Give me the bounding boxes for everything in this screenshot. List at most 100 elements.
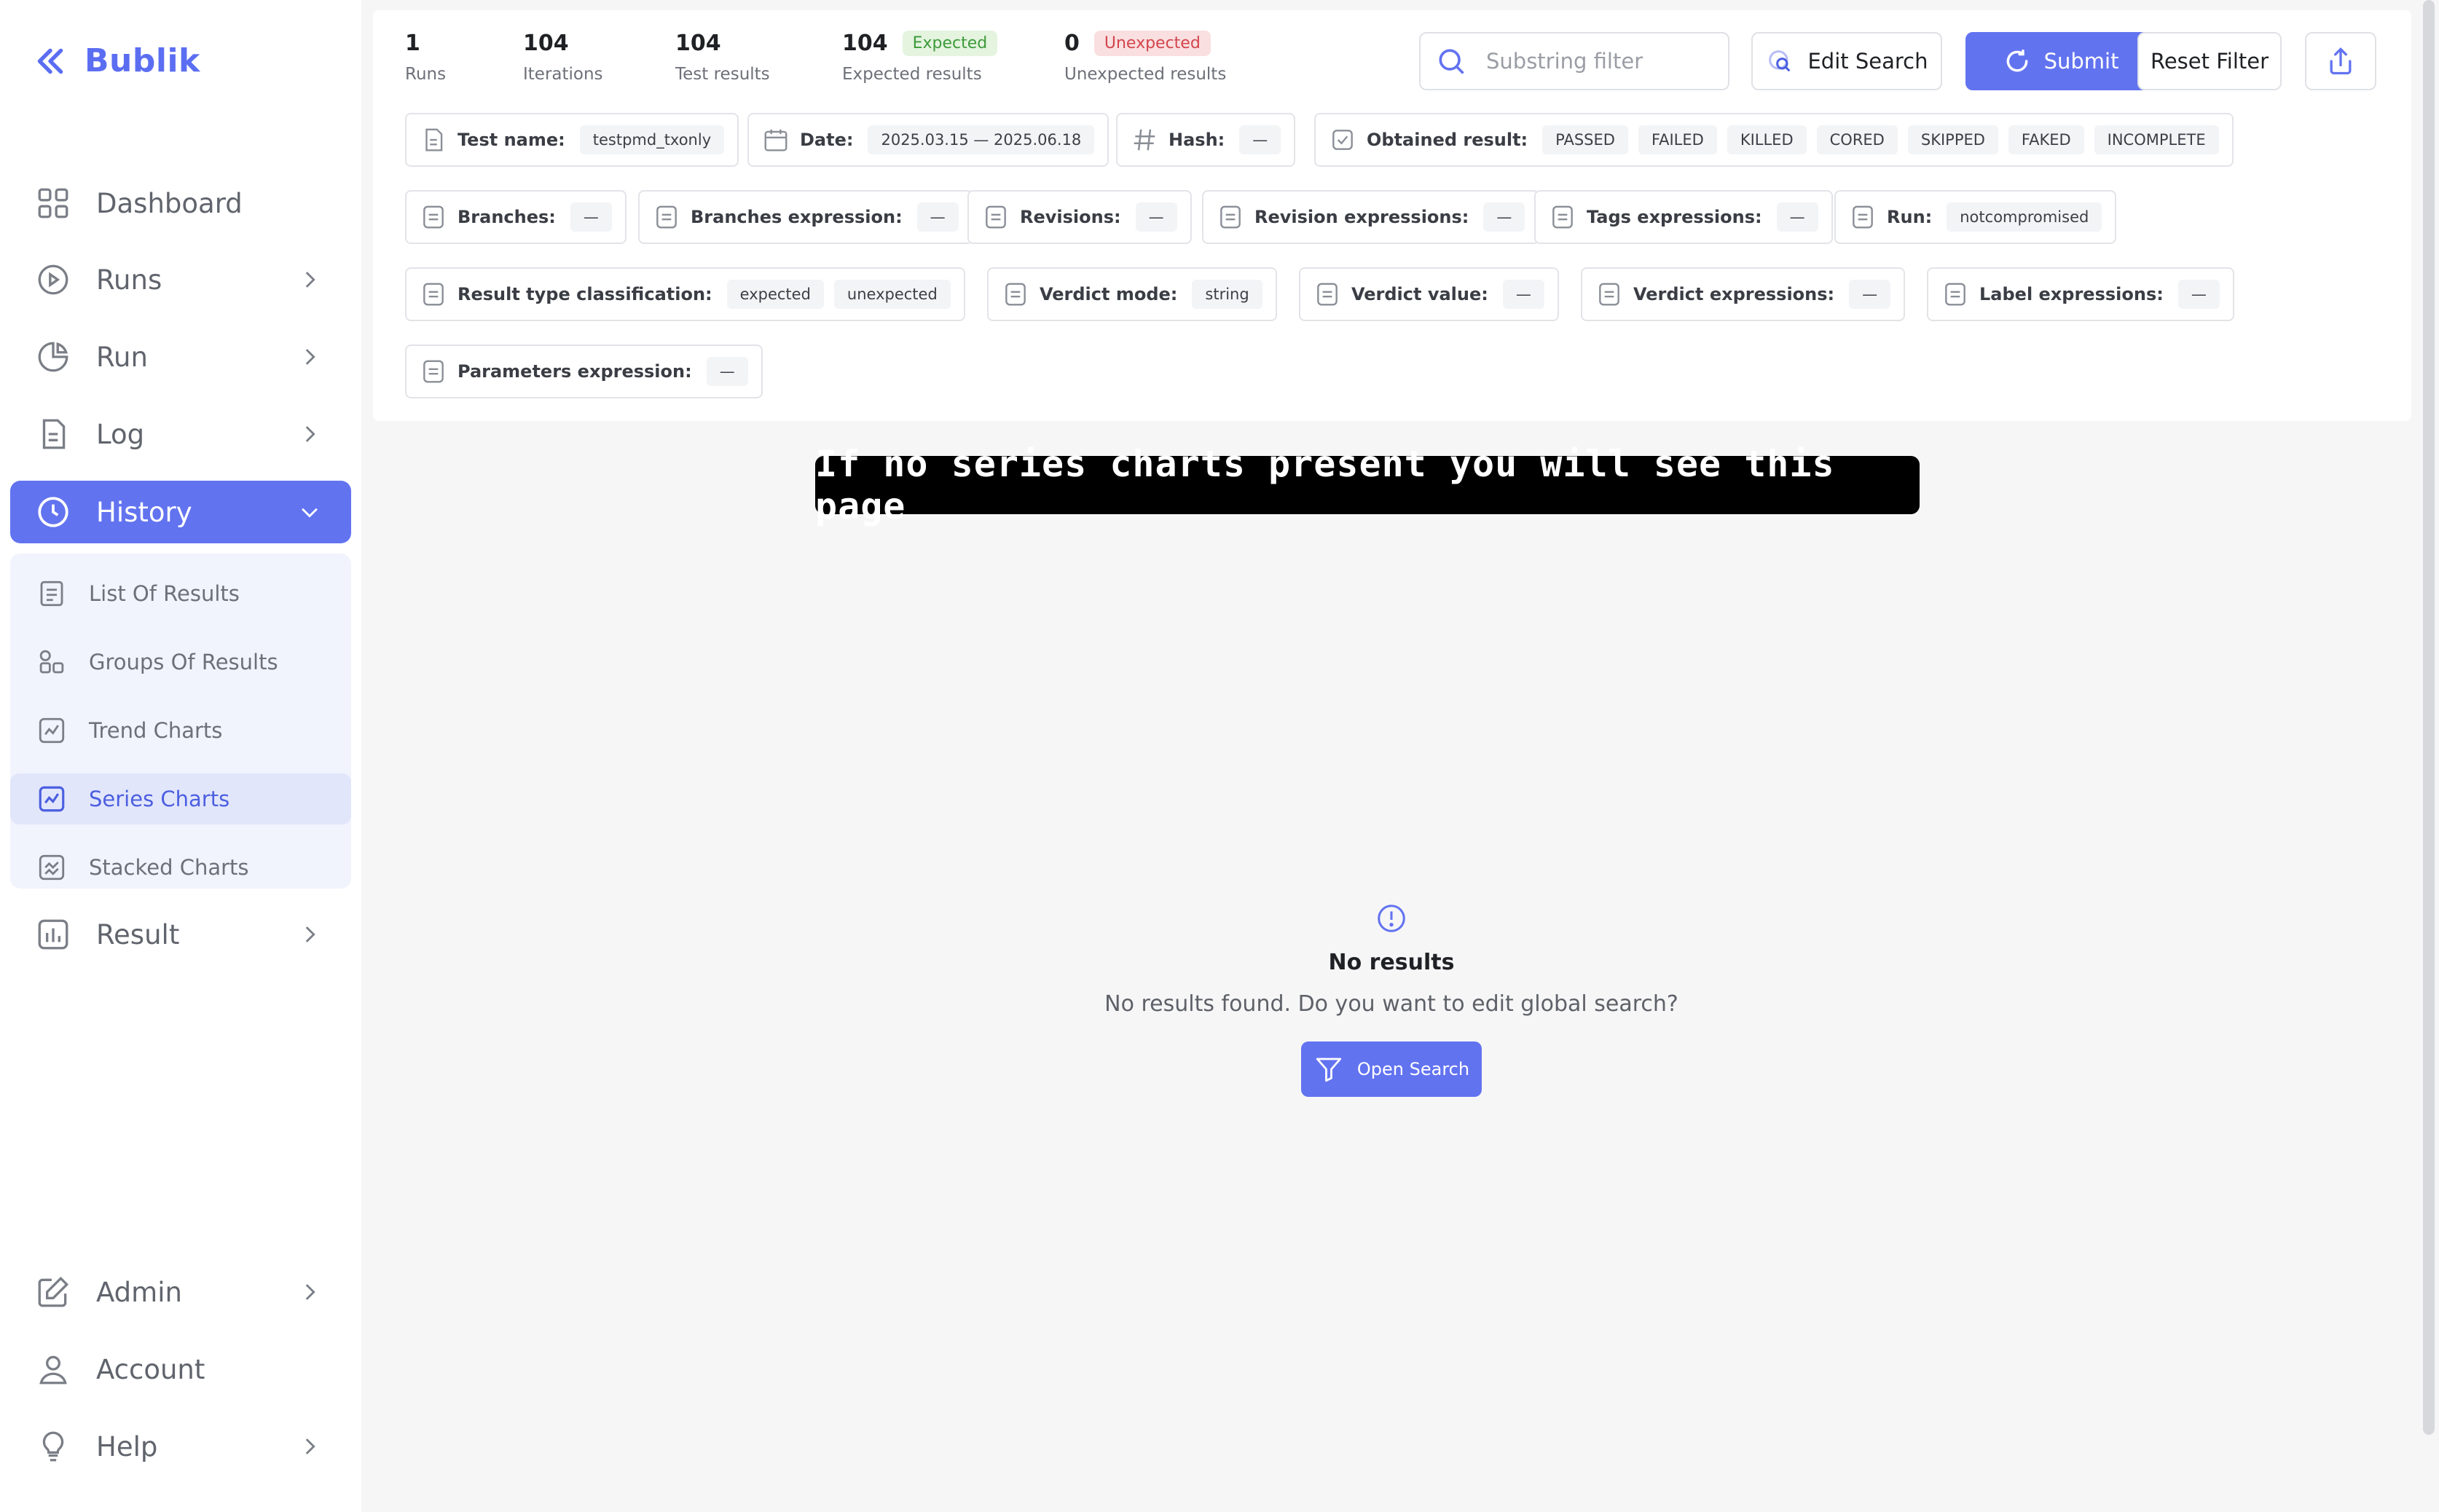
sidebar-item-label: Run	[96, 341, 148, 373]
sidebar-item-result[interactable]: Result	[10, 903, 351, 966]
list-icon	[423, 360, 444, 383]
unexpected-badge: Unexpected	[1093, 31, 1211, 56]
chevron-right-icon	[305, 426, 315, 442]
filter-chip-verdict-value[interactable]: Verdict value: —	[1299, 267, 1559, 321]
empty-state: No results No results found. Do you want…	[947, 902, 1836, 1097]
submenu-item-label: List Of Results	[89, 581, 240, 606]
list-icon	[40, 580, 63, 607]
sidebar-item-dashboard[interactable]: Dashboard	[10, 172, 351, 235]
filter-chip-date[interactable]: Date: 2025.03.15 — 2025.06.18	[747, 113, 1109, 167]
submit-button[interactable]: Submit	[1965, 32, 2156, 90]
lightbulb-icon	[42, 1431, 64, 1462]
caption-banner: If no series charts present you will see…	[815, 443, 1920, 527]
filter-chip-test-name[interactable]: Test name: testpmd_txonly	[405, 113, 739, 167]
list-icon	[1853, 205, 1873, 229]
open-search-button[interactable]: Open Search	[1301, 1042, 1482, 1097]
filter-value: —	[2177, 280, 2220, 309]
vertical-scrollbar[interactable]	[2423, 0, 2435, 1435]
edit-search-label: Edit Search	[1807, 49, 1928, 74]
filter-chip-verdict-mode[interactable]: Verdict mode: string	[987, 267, 1277, 321]
chevron-right-icon	[305, 349, 315, 365]
submenu-item-groups-of-results[interactable]: Groups Of Results	[10, 637, 351, 688]
dashboard-icon	[38, 188, 68, 218]
sidebar-item-label: Help	[96, 1430, 158, 1462]
sidebar-item-label: Result	[96, 918, 180, 950]
filter-key: Run:	[1887, 207, 1933, 227]
list-icon	[1599, 283, 1619, 306]
stat-label: Unexpected results	[1064, 65, 1227, 84]
sidebar-item-admin[interactable]: Admin	[10, 1261, 351, 1323]
sidebar-item-history[interactable]: History	[10, 481, 351, 543]
funnel-icon	[1316, 1058, 1342, 1082]
brand-logo[interactable]: Bublik	[32, 42, 200, 79]
filter-key: Date:	[800, 130, 854, 150]
filter-chip-branches-expression[interactable]: Branches expression: —	[638, 190, 973, 244]
substring-filter-input[interactable]	[1485, 48, 1718, 74]
filter-key: Verdict mode:	[1040, 284, 1178, 304]
filter-value: testpmd_txonly	[579, 125, 725, 154]
hash-icon	[1134, 129, 1155, 151]
filter-chip-tags-expressions[interactable]: Tags expressions: —	[1534, 190, 1833, 244]
filter-value: —	[570, 202, 612, 232]
stat-unexpected: 0 Unexpected Unexpected results	[1064, 31, 1226, 84]
filter-chip-run[interactable]: Run: notcompromised	[1834, 190, 2117, 244]
export-button[interactable]	[2305, 32, 2376, 90]
filter-value: —	[916, 202, 959, 232]
filter-key: Test name:	[457, 130, 565, 150]
filter-value: PASSED	[1542, 125, 1628, 154]
filter-chip-hash[interactable]: Hash: —	[1116, 113, 1296, 167]
stat-iterations: 104 Iterations	[523, 31, 603, 84]
calendar-icon	[764, 129, 788, 151]
submenu-item-list-of-results[interactable]: List Of Results	[10, 568, 351, 619]
filter-chip-label-expressions[interactable]: Label expressions: —	[1927, 267, 2234, 321]
filter-value: —	[1776, 202, 1818, 232]
submenu-item-stacked-charts[interactable]: Stacked Charts	[10, 842, 351, 893]
list-icon	[1945, 283, 1965, 306]
filter-chip-verdict-expressions[interactable]: Verdict expressions: —	[1581, 267, 1906, 321]
user-icon	[39, 1355, 67, 1385]
sidebar-item-label: History	[96, 496, 192, 528]
sidebar-item-log[interactable]: Log	[10, 403, 351, 465]
checkbox-icon	[1332, 130, 1353, 150]
list-icon	[1220, 205, 1241, 229]
submenu-item-label: Series Charts	[89, 787, 230, 811]
sidebar: Bublik Dashboard Runs Run Log History Li…	[0, 0, 361, 1512]
filter-value: —	[1502, 280, 1544, 309]
search-icon	[1439, 49, 1464, 74]
stat-label: Test results	[675, 65, 770, 84]
submenu-item-series-charts[interactable]: Series Charts	[10, 773, 351, 824]
chevron-right-icon	[305, 1284, 315, 1300]
filter-chip-branches[interactable]: Branches: —	[405, 190, 627, 244]
filter-chip-obtained-result[interactable]: Obtained result: PASSED FAILED KILLED CO…	[1314, 113, 2234, 167]
double-chevron-left-icon[interactable]	[32, 43, 68, 79]
empty-description: No results found. Do you want to edit gl…	[1104, 991, 1678, 1017]
edit-search-button[interactable]: Edit Search	[1751, 32, 1942, 90]
sidebar-item-run[interactable]: Run	[10, 326, 351, 388]
alert-circle-icon	[1378, 905, 1405, 932]
expected-badge: Expected	[902, 31, 998, 56]
filter-key: Verdict value:	[1351, 284, 1488, 304]
chevron-right-icon	[305, 926, 315, 942]
filter-key: Hash:	[1169, 130, 1225, 150]
filter-chip-parameters-expression[interactable]: Parameters expression: —	[405, 344, 763, 398]
reset-filter-button[interactable]: Reset Filter	[2137, 32, 2282, 90]
sidebar-item-runs[interactable]: Runs	[10, 248, 351, 311]
brand-name: Bublik	[85, 42, 200, 79]
substring-filter[interactable]	[1419, 32, 1729, 90]
filter-chip-result-type[interactable]: Result type classification: expected une…	[405, 267, 965, 321]
stat-value: 104	[523, 31, 569, 56]
refresh-icon	[2006, 50, 2027, 72]
filter-chip-revisions[interactable]: Revisions: —	[967, 190, 1192, 244]
filter-key: Verdict expressions:	[1633, 284, 1835, 304]
sidebar-item-help[interactable]: Help	[10, 1415, 351, 1478]
share-icon	[2330, 47, 2352, 75]
filter-key: Branches expression:	[691, 207, 903, 227]
filter-key: Revisions:	[1020, 207, 1121, 227]
reset-filter-label: Reset Filter	[2150, 49, 2269, 74]
submenu-item-trend-charts[interactable]: Trend Charts	[10, 705, 351, 756]
sidebar-item-account[interactable]: Account	[10, 1338, 351, 1401]
filter-chip-revision-expressions[interactable]: Revision expressions: —	[1202, 190, 1540, 244]
stacked-chart-icon	[39, 854, 65, 881]
filter-value: —	[1239, 125, 1281, 154]
chevron-right-icon	[305, 272, 315, 288]
